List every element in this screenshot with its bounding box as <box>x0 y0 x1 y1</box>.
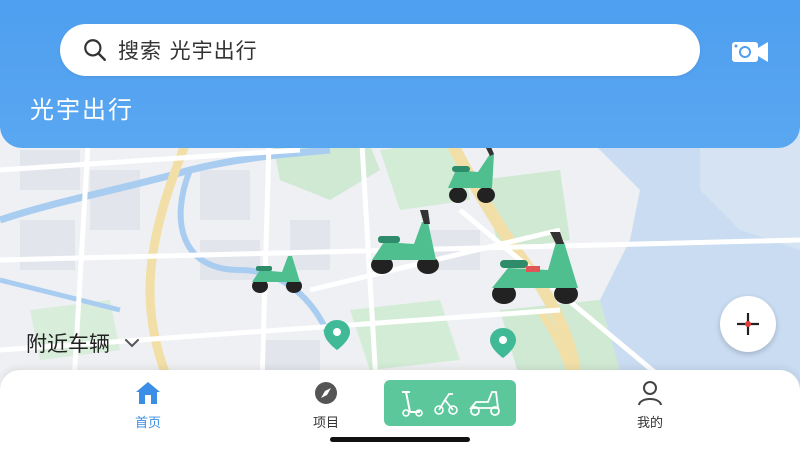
search-icon <box>84 39 106 61</box>
bike-icon <box>434 393 458 415</box>
home-indicator <box>330 437 470 442</box>
app-title: 光宇出行 <box>30 96 134 124</box>
nav-home-label: 首页 <box>134 416 161 431</box>
add-button[interactable] <box>720 296 776 352</box>
chevron-down-icon <box>125 339 139 348</box>
search-placeholder: 搜索 光宇出行 <box>118 39 258 63</box>
add-icon <box>737 313 759 335</box>
scooter-icon <box>468 391 500 416</box>
nav-home[interactable]: 首页 <box>108 380 188 431</box>
nearby-label: 附近车辆 <box>26 332 110 356</box>
scooter-type-button[interactable] <box>384 380 516 426</box>
nav-project[interactable]: 项目 <box>286 380 366 431</box>
compass-icon <box>315 382 337 404</box>
header: 搜索 光宇出行 光宇出行 <box>0 0 800 148</box>
home-icon <box>136 382 160 404</box>
nearby-vehicles-dropdown[interactable]: 附近车辆 <box>26 328 142 358</box>
camera-icon[interactable] <box>730 36 770 68</box>
user-icon <box>638 381 662 406</box>
nav-profile-label: 我的 <box>636 416 663 431</box>
nav-profile[interactable]: 我的 <box>610 380 690 431</box>
kick-scooter-icon <box>402 391 424 417</box>
nav-project-label: 项目 <box>312 416 339 431</box>
search-bar[interactable]: 搜索 光宇出行 <box>60 24 700 76</box>
